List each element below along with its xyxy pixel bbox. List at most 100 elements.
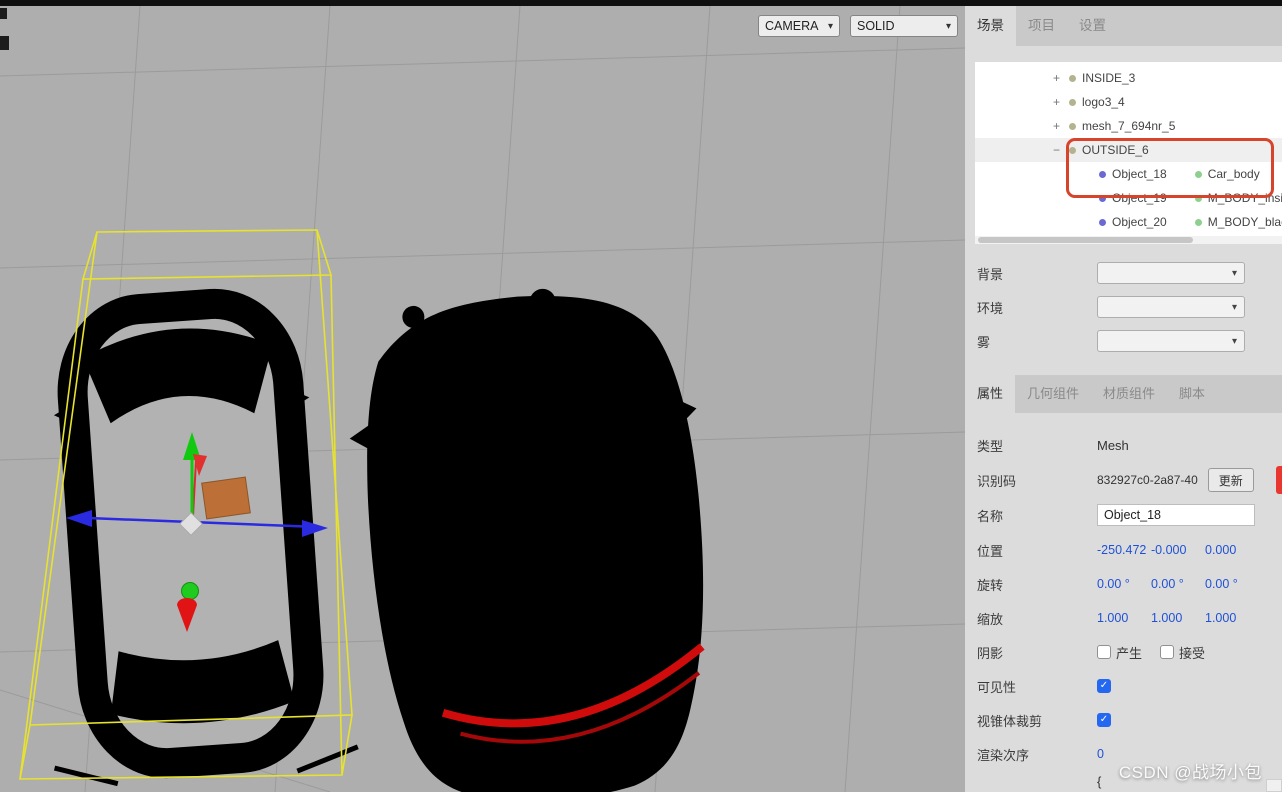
environment-select[interactable]: ▾ xyxy=(1097,296,1245,318)
mesh-type-dot-icon xyxy=(1099,194,1106,202)
tree-item-label: mesh_7_694nr_5 xyxy=(1082,119,1176,133)
expand-icon[interactable]: + xyxy=(1053,119,1069,133)
scrollbar-thumb[interactable] xyxy=(978,237,1193,243)
position-label: 位置 xyxy=(977,543,1004,559)
uuid-value: 832927c0-2a87-40 xyxy=(1097,473,1198,487)
rotation-z-field[interactable]: 0.00 ° xyxy=(1205,577,1259,591)
position-z-field[interactable]: 0.000 xyxy=(1205,543,1259,557)
rotation-x-field[interactable]: 0.00 ° xyxy=(1097,577,1151,591)
material-dot-icon xyxy=(1194,170,1202,178)
gizmo-x-pos-arrow[interactable] xyxy=(302,520,328,537)
tree-item-label: logo3_4 xyxy=(1082,95,1125,109)
fog-row: 雾 ▾ xyxy=(977,329,1282,353)
name-input[interactable] xyxy=(1097,504,1255,526)
chevron-down-icon: ▾ xyxy=(1231,301,1237,313)
frustum-cull-row: 视锥体裁剪 ✓ xyxy=(977,708,1282,732)
shadow-cast-checkbox[interactable] xyxy=(1097,645,1111,659)
tree-item-label: OUTSIDE_6 xyxy=(1082,143,1149,157)
sidebar-panel: 场景 项目 设置 + INSIDE_3 + logo3_4 + mesh_7_6… xyxy=(965,6,1282,792)
visible-row: 可见性 ✓ xyxy=(977,674,1282,698)
frustum-cull-label: 视锥体裁剪 xyxy=(977,713,1043,729)
mesh-type-dot-icon xyxy=(1099,170,1106,178)
car-right-model[interactable] xyxy=(340,279,723,792)
uuid-row: 识别码 832927c0-2a87-40 更新 xyxy=(977,468,1282,492)
background-select[interactable]: ▾ xyxy=(1097,262,1245,284)
red-edge-marker xyxy=(1276,466,1282,494)
scale-z-field[interactable]: 1.000 xyxy=(1205,611,1259,625)
green-marker xyxy=(181,582,199,600)
group-type-dot-icon xyxy=(1069,122,1076,130)
tree-item-inside3[interactable]: + INSIDE_3 xyxy=(975,66,1282,90)
name-row: 名称 xyxy=(977,503,1282,527)
background-row: 背景 ▾ xyxy=(977,261,1282,285)
check-icon: ✓ xyxy=(1099,714,1109,725)
position-x-field[interactable]: -250.472 xyxy=(1097,543,1151,557)
shading-select[interactable]: SOLID ▾ xyxy=(850,15,958,37)
tree-item-label: Object_18 xyxy=(1112,167,1167,181)
car-left-model[interactable] xyxy=(23,288,359,788)
tree-item-material: Car_body xyxy=(1207,167,1260,181)
expand-icon[interactable]: + xyxy=(1053,95,1069,109)
screen-artifact xyxy=(0,8,7,19)
visible-checkbox[interactable]: ✓ xyxy=(1097,679,1111,693)
rotation-label: 旋转 xyxy=(977,577,1004,593)
rotation-row: 旋转 0.00 ° 0.00 ° 0.00 ° xyxy=(977,572,1282,596)
position-row: 位置 -250.472 -0.000 0.000 xyxy=(977,538,1282,562)
position-y-field[interactable]: -0.000 xyxy=(1151,543,1205,557)
check-icon: ✓ xyxy=(1099,680,1109,691)
tab-geometry[interactable]: 几何组件 xyxy=(1015,375,1091,413)
shadow-receive-checkbox[interactable] xyxy=(1160,645,1175,659)
scale-label: 缩放 xyxy=(977,611,1004,627)
tree-item-logo3[interactable]: + logo3_4 xyxy=(975,90,1282,114)
shadow-label: 阴影 xyxy=(977,645,1004,661)
camera-select[interactable]: CAMERA ▾ xyxy=(758,15,840,37)
tree-item-object20[interactable]: Object_20 M_BODY_black xyxy=(975,210,1282,234)
type-label: 类型 xyxy=(977,438,1004,454)
watermark-text: CSDN @战场小包 xyxy=(1118,763,1262,782)
tab-material[interactable]: 材质组件 xyxy=(1091,375,1167,413)
uuid-label: 识别码 xyxy=(977,473,1017,489)
tree-item-label: Object_19 xyxy=(1112,191,1167,205)
rotation-y-field[interactable]: 0.00 ° xyxy=(1151,577,1205,591)
scene-outliner[interactable]: + INSIDE_3 + logo3_4 + mesh_7_694nr_5 − … xyxy=(975,62,1282,244)
chevron-down-icon: ▾ xyxy=(945,20,951,32)
tab-properties[interactable]: 属性 xyxy=(965,375,1016,413)
group-type-dot-icon xyxy=(1069,98,1076,106)
type-row: 类型 Mesh xyxy=(977,433,1282,457)
environment-row: 环境 ▾ xyxy=(977,295,1282,319)
tab-scene[interactable]: 场景 xyxy=(965,6,1016,46)
material-dot-icon xyxy=(1194,218,1202,226)
viewport[interactable]: CAMERA ▾ SOLID ▾ xyxy=(0,6,965,792)
collapse-icon[interactable]: − xyxy=(1053,143,1069,157)
chevron-down-icon: ▾ xyxy=(1231,335,1237,347)
environment-label: 环境 xyxy=(977,300,1004,316)
orange-helper-box xyxy=(201,476,251,520)
camera-select-value: CAMERA xyxy=(765,19,819,33)
render-order-label: 渲染次序 xyxy=(977,747,1030,763)
tab-script[interactable]: 脚本 xyxy=(1167,375,1217,413)
userdata-preview[interactable]: { xyxy=(1097,774,1101,789)
shadow-row: 阴影 产生 接受 xyxy=(977,640,1282,664)
tab-settings[interactable]: 设置 xyxy=(1067,6,1118,46)
scale-y-field[interactable]: 1.000 xyxy=(1151,611,1205,625)
fog-select[interactable]: ▾ xyxy=(1097,330,1245,352)
tab-project[interactable]: 项目 xyxy=(1016,6,1067,46)
uuid-update-button[interactable]: 更新 xyxy=(1207,468,1254,492)
outliner-horizontal-scrollbar[interactable] xyxy=(975,236,1282,244)
tree-item-mesh7[interactable]: + mesh_7_694nr_5 xyxy=(975,114,1282,138)
tree-item-outside6[interactable]: − OUTSIDE_6 xyxy=(975,138,1282,162)
tree-item-object18[interactable]: Object_18 Car_body xyxy=(975,162,1282,186)
frustum-cull-checkbox[interactable]: ✓ xyxy=(1097,713,1111,727)
screen-artifact xyxy=(0,36,9,50)
tree-item-object19[interactable]: Object_19 M_BODY_inside xyxy=(975,186,1282,210)
viewport-canvas[interactable] xyxy=(0,6,965,792)
scale-x-field[interactable]: 1.000 xyxy=(1097,611,1151,625)
expand-icon[interactable]: + xyxy=(1053,71,1069,85)
mesh-type-dot-icon xyxy=(1099,218,1106,226)
fog-label: 雾 xyxy=(977,334,991,350)
shadow-cast-label: 产生 xyxy=(1116,645,1143,661)
chevron-down-icon: ▾ xyxy=(827,20,833,32)
object-tabbar: 属性 几何组件 材质组件 脚本 xyxy=(965,375,1282,413)
name-label: 名称 xyxy=(977,508,1004,524)
tree-item-material: M_BODY_black xyxy=(1207,215,1282,229)
